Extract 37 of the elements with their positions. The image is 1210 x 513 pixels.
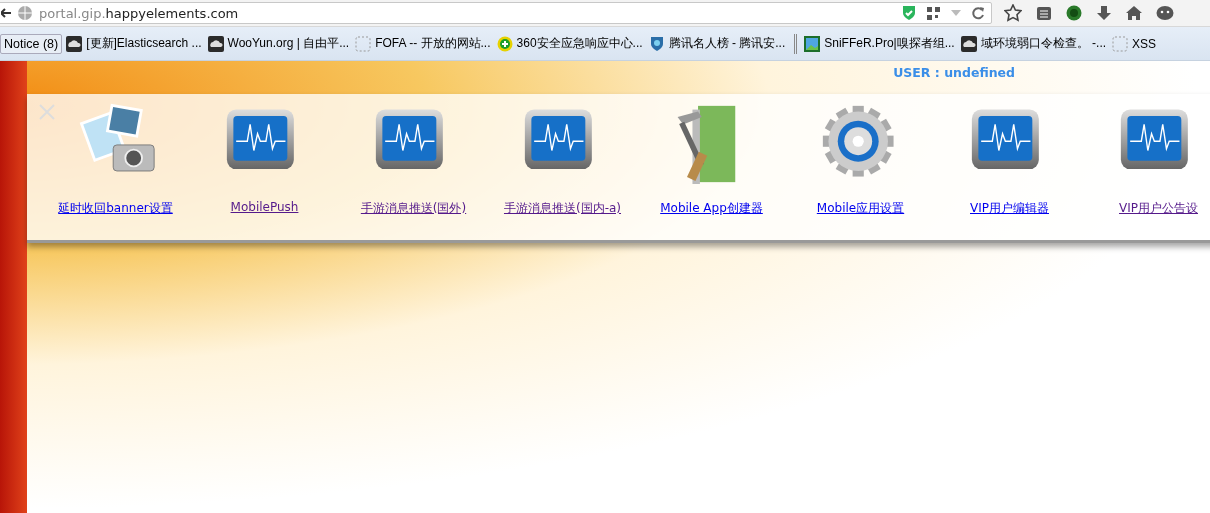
- cloud-icon: [960, 35, 977, 52]
- app-link[interactable]: 手游消息推送(国内-a): [503, 200, 621, 217]
- cloud-icon: [207, 35, 224, 52]
- plus-circle-icon: [496, 35, 513, 52]
- bookmark-folder[interactable]: Notice (8): [0, 33, 63, 54]
- app-link[interactable]: MobilePush: [230, 200, 299, 214]
- download-icon[interactable]: [1096, 5, 1112, 21]
- back-arrow-icon[interactable]: [1, 8, 11, 18]
- reading-list-icon[interactable]: [1036, 5, 1052, 21]
- bookmark-link[interactable]: 域环境弱口令检查。 -...: [980, 35, 1107, 52]
- app-link[interactable]: Mobile App创建器: [660, 200, 763, 217]
- reload-icon[interactable]: [971, 6, 985, 20]
- bookmark-link[interactable]: 腾讯名人榜 - 腾讯安...: [668, 35, 786, 52]
- landscape-icon: [804, 35, 821, 52]
- qr-code-icon[interactable]: [926, 5, 941, 21]
- app-link[interactable]: 延时收回banner设置: [58, 200, 173, 217]
- app-link[interactable]: VIP用户公告设: [1119, 200, 1198, 217]
- blank-page-icon: [355, 35, 372, 52]
- chat-bubble-icon[interactable]: [1156, 5, 1174, 21]
- user-label: USER : undefined: [893, 65, 1015, 82]
- blank-page-icon: [1112, 35, 1129, 52]
- extension-icon[interactable]: [1066, 5, 1082, 21]
- app-link[interactable]: Mobile应用设置: [816, 200, 905, 217]
- bookmark-link[interactable]: WooYun.org | 自由平...: [227, 35, 350, 52]
- bookmark-link[interactable]: FOFA -- 开放的网站...: [375, 35, 491, 52]
- bookmark-star-icon[interactable]: [1004, 4, 1022, 22]
- bookmark-link[interactable]: SniFFeR.Pro|嗅探者组...: [824, 35, 955, 52]
- app-link[interactable]: 手游消息推送(国外): [360, 200, 467, 217]
- cloud-icon: [66, 35, 83, 52]
- shield-icon: [648, 35, 665, 52]
- bookmark-link[interactable]: XSS: [1132, 36, 1157, 51]
- address-bar[interactable]: portal.gip.happyelements.com: [0, 2, 992, 24]
- bookmark-link[interactable]: 360安全应急响应中心...: [516, 35, 643, 52]
- app-link[interactable]: VIP用户编辑器: [970, 200, 1049, 217]
- shield-check-icon[interactable]: [902, 5, 916, 21]
- bookmark-link[interactable]: [更新]Elasticsearch ...: [86, 35, 202, 52]
- home-icon[interactable]: [1126, 5, 1142, 21]
